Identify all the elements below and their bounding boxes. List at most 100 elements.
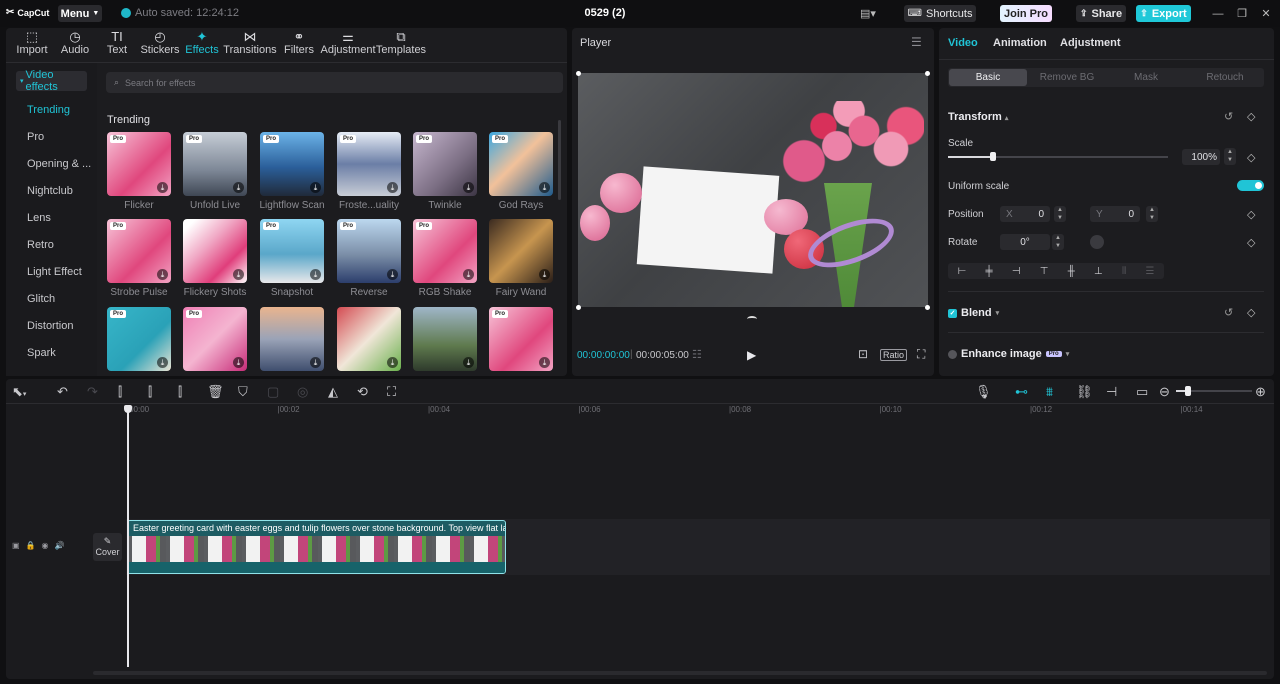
distribute-h-icon[interactable]: ⫴: [1122, 266, 1126, 277]
position-x-input[interactable]: X 0: [1000, 206, 1050, 222]
align-top-icon[interactable]: ⊤: [1040, 266, 1049, 277]
effect-thumb[interactable]: Pro ⤓: [260, 219, 324, 283]
rotate-icon[interactable]: ⟲: [357, 384, 368, 400]
play-button[interactable]: ▶: [747, 348, 756, 362]
fit-screen-icon[interactable]: ⊡: [858, 347, 868, 361]
align-bottom-icon[interactable]: ⊥: [1094, 266, 1103, 277]
position-keyframe-icon[interactable]: ◇: [1247, 208, 1255, 221]
search-input[interactable]: ⌕ Search for effects: [106, 72, 563, 93]
download-icon[interactable]: ⤓: [387, 357, 398, 368]
split-left-icon[interactable]: ⫿: [148, 384, 152, 400]
download-icon[interactable]: ⤓: [233, 357, 244, 368]
effect-thumb[interactable]: ⤓: [489, 219, 553, 283]
tab-text[interactable]: TI Text: [103, 29, 131, 59]
rotate-input[interactable]: 0°: [1000, 234, 1050, 250]
auto-snap-icon[interactable]: ⩩: [1046, 384, 1053, 400]
align-left-icon[interactable]: ⊢: [958, 266, 967, 277]
crop-handle-br[interactable]: [925, 305, 930, 310]
download-icon[interactable]: ⤓: [463, 182, 474, 193]
blend-heading[interactable]: ✓ Blend ▾: [948, 307, 999, 319]
video-effects-category[interactable]: ▾ Video effects: [16, 69, 87, 93]
link-icon[interactable]: ⛓: [1076, 384, 1093, 400]
delete-icon[interactable]: 🗑: [207, 384, 224, 400]
zoom-out-icon[interactable]: ⊖: [1159, 384, 1170, 400]
layout-button[interactable]: ▤▾: [856, 5, 880, 22]
video-clip[interactable]: Easter greeting card with easter eggs an…: [127, 520, 506, 574]
rotate-dial-icon[interactable]: [1090, 235, 1104, 249]
share-button[interactable]: ⇪ Share: [1076, 5, 1126, 22]
effect-thumb[interactable]: Pro ⤓: [489, 307, 553, 371]
transform-heading[interactable]: Transform ▴: [948, 111, 1008, 123]
tab-templates[interactable]: ⧉ Templates: [374, 29, 428, 59]
sidebar-item-7[interactable]: Glitch: [27, 293, 55, 305]
prop-tab-animation[interactable]: Animation: [993, 37, 1047, 49]
video-preview[interactable]: [578, 73, 928, 307]
prop-tab-adjustment[interactable]: Adjustment: [1060, 37, 1121, 49]
rotate-stepper[interactable]: ▲ ▼: [1052, 234, 1064, 250]
position-y-stepper[interactable]: ▲ ▼: [1146, 206, 1158, 222]
crop-handle-bl[interactable]: [576, 305, 581, 310]
download-icon[interactable]: ⤓: [233, 269, 244, 280]
download-icon[interactable]: ⤓: [157, 357, 168, 368]
close-button[interactable]: ✕: [1258, 5, 1274, 22]
playhead-handle[interactable]: [124, 405, 132, 413]
lock-icon[interactable]: 🔒: [26, 541, 36, 550]
align-right-icon[interactable]: ⊣: [1012, 266, 1021, 277]
enhance-image-heading[interactable]: Enhance image Pro ▾: [948, 348, 1069, 360]
scale-stepper[interactable]: ▲ ▼: [1224, 148, 1236, 165]
download-icon[interactable]: ⤓: [157, 269, 168, 280]
eye-icon[interactable]: ◉: [42, 541, 49, 550]
zoom-in-icon[interactable]: ⊕: [1255, 384, 1266, 400]
download-icon[interactable]: ⤓: [539, 269, 550, 280]
player-menu-icon[interactable]: ☰: [911, 35, 922, 49]
undo-icon[interactable]: ↶: [57, 384, 68, 400]
menu-button[interactable]: Menu ▼: [58, 5, 102, 22]
rotate-handle-icon[interactable]: [747, 316, 757, 322]
scale-keyframe-icon[interactable]: ◇: [1247, 151, 1255, 164]
crop-handle-tl[interactable]: [576, 71, 581, 76]
timeline-scrollbar[interactable]: [93, 671, 1267, 675]
sidebar-item-8[interactable]: Distortion: [27, 320, 73, 332]
effect-thumb[interactable]: Pro ⤓: [413, 132, 477, 196]
microphone-icon[interactable]: 🎙: [975, 384, 992, 400]
subtab-2[interactable]: Mask: [1107, 69, 1185, 86]
sidebar-item-0[interactable]: Trending: [27, 104, 70, 116]
download-icon[interactable]: ⤓: [463, 357, 474, 368]
timeline-view-icon[interactable]: ☷: [692, 348, 702, 361]
effect-thumb[interactable]: ⤓: [337, 307, 401, 371]
redo-icon[interactable]: ↷: [87, 384, 98, 400]
reset-transform-icon[interactable]: ↺: [1224, 110, 1233, 123]
project-title[interactable]: 0529 (2): [560, 7, 650, 19]
download-icon[interactable]: ⤓: [387, 269, 398, 280]
ratio-button[interactable]: Ratio: [880, 349, 908, 361]
select-tool-icon[interactable]: ⬉▾: [12, 384, 26, 400]
restore-button[interactable]: ❐: [1234, 5, 1250, 22]
download-icon[interactable]: ⤓: [310, 357, 321, 368]
effect-thumb[interactable]: Pro ⤓: [413, 219, 477, 283]
reverse-icon[interactable]: ◎: [297, 384, 308, 400]
position-y-input[interactable]: Y 0: [1090, 206, 1140, 222]
scale-slider-thumb[interactable]: [990, 152, 996, 161]
effect-thumb[interactable]: Pro ⤓: [337, 219, 401, 283]
distribute-v-icon[interactable]: ☰: [1145, 266, 1154, 277]
tab-transitions[interactable]: ⋈ Transitions: [222, 29, 278, 59]
download-icon[interactable]: ⤓: [463, 269, 474, 280]
playhead-line[interactable]: [127, 410, 129, 667]
tab-import[interactable]: ⬚ Import: [12, 29, 52, 59]
crop-icon[interactable]: ⛶: [387, 384, 396, 400]
reset-blend-icon[interactable]: ↺: [1224, 306, 1233, 319]
split-icon[interactable]: ⫿: [118, 384, 122, 400]
effect-thumb[interactable]: Pro ⤓: [489, 132, 553, 196]
enhance-checkbox[interactable]: [948, 349, 957, 359]
tab-audio[interactable]: ◷ Audio: [57, 29, 93, 59]
join-pro-button[interactable]: Join Pro: [1000, 5, 1052, 22]
track-cover-icon[interactable]: ▣: [12, 541, 20, 550]
tab-filters[interactable]: ⚭ Filters: [281, 29, 317, 59]
sidebar-item-3[interactable]: Nightclub: [27, 185, 73, 197]
marker-icon[interactable]: ⛉: [238, 384, 248, 400]
rotate-keyframe-icon[interactable]: ◇: [1247, 236, 1255, 249]
cover-button[interactable]: ✎ Cover: [93, 533, 122, 561]
effect-thumb[interactable]: Pro ⤓: [107, 219, 171, 283]
speaker-icon[interactable]: 🔊: [55, 541, 65, 550]
subtab-1[interactable]: Remove BG: [1028, 69, 1106, 86]
